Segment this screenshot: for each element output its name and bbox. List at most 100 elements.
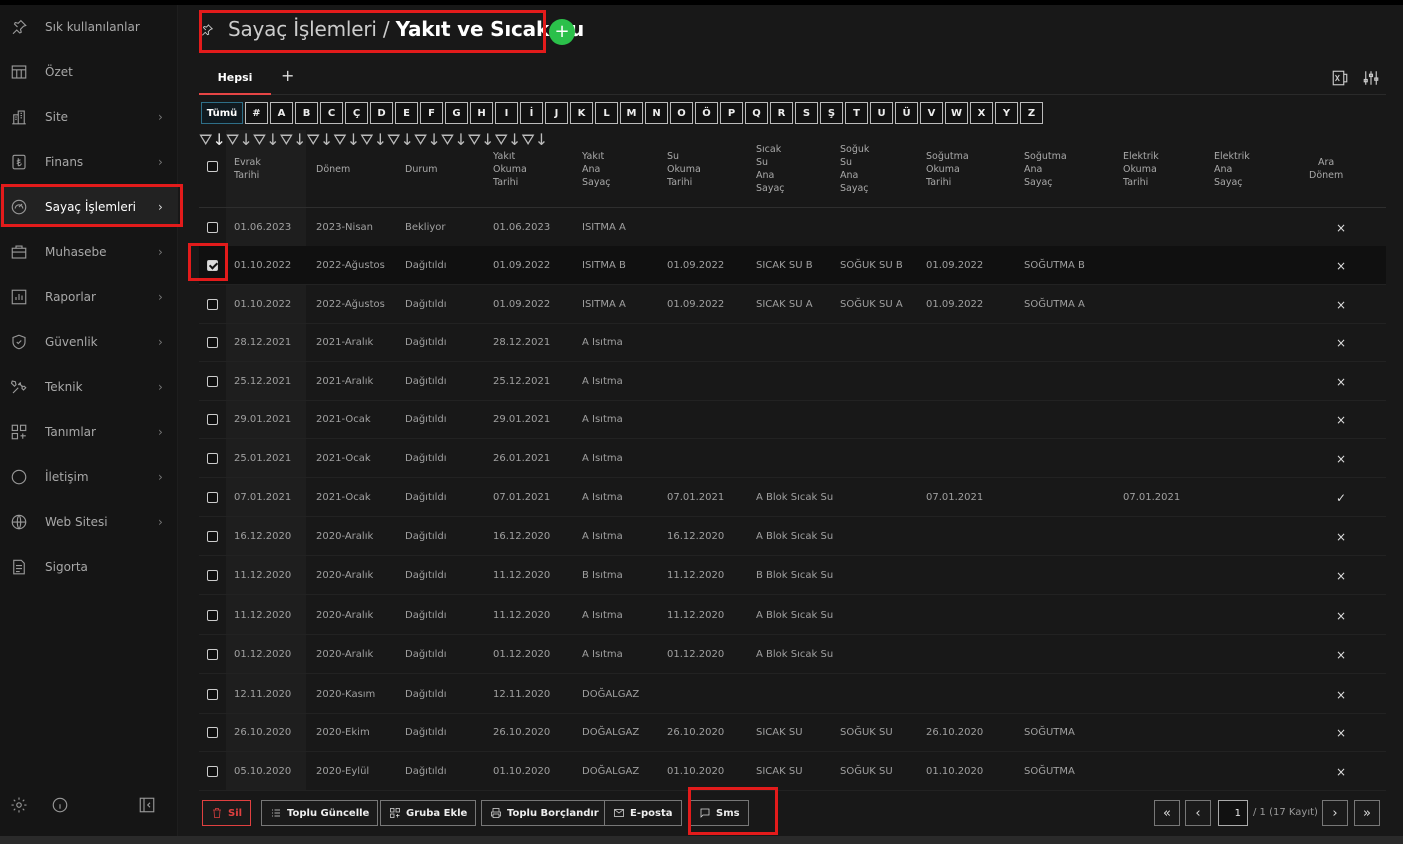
letter-filter-button[interactable]: Q	[745, 102, 768, 124]
email-button[interactable]: E-posta	[604, 800, 682, 826]
letter-filter-button[interactable]: N	[645, 102, 668, 124]
row-checkbox[interactable]	[207, 260, 218, 271]
tab-hepsi[interactable]: Hepsi	[199, 62, 271, 95]
row-checkbox[interactable]	[207, 492, 218, 503]
row-checkbox[interactable]	[207, 453, 218, 464]
table-row[interactable]: 05.10.2020 2020-Eylül Dağıtıldı 01.10.2020 D…	[199, 752, 1386, 791]
letter-filter-button[interactable]: Ç	[345, 102, 368, 124]
sidebar-item-8[interactable]: Güvenlik ›	[0, 322, 178, 362]
sort-icon[interactable]: ↓	[374, 130, 387, 149]
letter-filter-button[interactable]: B	[295, 102, 318, 124]
prev-page-button[interactable]: ‹	[1185, 800, 1211, 826]
select-all-checkbox[interactable]	[207, 161, 218, 172]
sort-icon[interactable]: ↓	[535, 130, 548, 149]
letter-filter-button[interactable]: T	[845, 102, 868, 124]
info-icon[interactable]	[50, 795, 70, 815]
letter-filter-button[interactable]: S	[795, 102, 818, 124]
letter-filter-button[interactable]: C	[320, 102, 343, 124]
letter-filter-button[interactable]: Ş	[820, 102, 843, 124]
table-row[interactable]: 01.10.2022 2022-Ağustos Dağıtıldı 01.09.202…	[199, 246, 1386, 285]
sort-icon[interactable]: ↓	[266, 130, 279, 149]
table-row[interactable]: 12.11.2020 2020-Kasım Dağıtıldı 12.11.2020 D…	[199, 675, 1386, 714]
letter-filter-button[interactable]: M	[620, 102, 643, 124]
first-page-button[interactable]: «	[1154, 800, 1180, 826]
column-header[interactable]: Durum	[405, 130, 438, 208]
letter-filter-button[interactable]: O	[670, 102, 693, 124]
row-checkbox[interactable]	[207, 376, 218, 387]
filter-icon[interactable]: ⛛	[280, 130, 293, 149]
letter-filter-button[interactable]: A	[270, 102, 293, 124]
filter-settings-icon[interactable]	[1362, 69, 1382, 89]
column-header[interactable]: Dönem	[316, 130, 350, 208]
filter-icon[interactable]: ⛛	[441, 130, 454, 149]
sidebar-item-10[interactable]: Tanımlar ›	[0, 412, 178, 452]
row-checkbox[interactable]	[207, 766, 218, 777]
delete-button[interactable]: Sil	[202, 800, 252, 826]
sort-icon[interactable]: ↓	[212, 130, 225, 149]
sidebar-item-12[interactable]: Web Sitesi ›	[0, 502, 178, 542]
column-header[interactable]: Sıcak Su Ana Sayaç	[756, 130, 785, 208]
letter-filter-button[interactable]: X	[970, 102, 993, 124]
table-row[interactable]: 26.10.2020 2020-Ekim Dağıtıldı 26.10.2020 DO…	[199, 713, 1386, 752]
letter-filter-button[interactable]: J	[545, 102, 568, 124]
sms-button[interactable]: Sms	[690, 800, 749, 826]
filter-icon[interactable]: ⛛	[387, 130, 400, 149]
letter-filter-button[interactable]: İ	[520, 102, 543, 124]
letter-filter-button[interactable]: U	[870, 102, 893, 124]
column-header[interactable]: Soğuk Su Ana Sayaç	[840, 130, 869, 208]
row-checkbox[interactable]	[207, 570, 218, 581]
filter-icon[interactable]: ⛛	[360, 130, 373, 149]
bulk-charge-button[interactable]: Toplu Borçlandır	[481, 800, 608, 826]
table-row[interactable]: 01.12.2020 2020-Aralık Dağıtıldı 01.12.2020…	[199, 635, 1386, 674]
row-checkbox[interactable]	[207, 299, 218, 310]
table-row[interactable]: 29.01.2021 2021-Ocak Dağıtıldı 29.01.2021 A …	[199, 400, 1386, 439]
letter-filter-button[interactable]: R	[770, 102, 793, 124]
next-page-button[interactable]: ›	[1322, 800, 1348, 826]
table-row[interactable]: 11.12.2020 2020-Aralık Dağıtıldı 11.12.2020…	[199, 596, 1386, 635]
letter-filter-button[interactable]: G	[445, 102, 468, 124]
row-checkbox[interactable]	[207, 649, 218, 660]
bulk-update-button[interactable]: Toplu Güncelle	[261, 800, 379, 826]
sidebar-item-1[interactable]: Sık kullanılanlar	[0, 7, 178, 47]
sidebar-item-7[interactable]: Raporlar ›	[0, 277, 178, 317]
settings-icon[interactable]	[9, 795, 29, 815]
row-checkbox[interactable]	[207, 414, 218, 425]
letter-filter-button[interactable]: E	[395, 102, 418, 124]
sidebar-item-13[interactable]: Sigorta	[0, 547, 178, 587]
table-row[interactable]: 01.06.2023 2023-Nisan Bekliyor 01.06.2023 IS…	[199, 208, 1386, 247]
letter-filter-button[interactable]: D	[370, 102, 393, 124]
pin-icon[interactable]	[200, 22, 216, 38]
sort-icon[interactable]: ↓	[293, 130, 306, 149]
table-row[interactable]: 28.12.2021 2021-Aralık Dağıtıldı 28.12.2021…	[199, 323, 1386, 362]
row-checkbox[interactable]	[207, 222, 218, 233]
sidebar-item-11[interactable]: İletişim ›	[0, 457, 178, 497]
page-number-input[interactable]: 1	[1218, 800, 1248, 826]
letter-filter-button[interactable]: #	[245, 102, 268, 124]
table-row[interactable]: 01.10.2022 2022-Ağustos Dağıtıldı 01.09.202…	[199, 285, 1386, 324]
table-row[interactable]: 16.12.2020 2020-Aralık Dağıtıldı 16.12.2020…	[199, 517, 1386, 556]
letter-filter-button[interactable]: V	[920, 102, 943, 124]
add-to-group-button[interactable]: Gruba Ekle	[380, 800, 477, 826]
sidebar-item-9[interactable]: Teknik ›	[0, 367, 178, 407]
letter-filter-button[interactable]: K	[570, 102, 593, 124]
letter-filter-button[interactable]: Y	[995, 102, 1018, 124]
letter-filter-button[interactable]: Ü	[895, 102, 918, 124]
letter-filter-button[interactable]: W	[945, 102, 968, 124]
filter-icon[interactable]: ⛛	[468, 130, 481, 149]
row-checkbox[interactable]	[207, 531, 218, 542]
letter-filter-button[interactable]: I	[495, 102, 518, 124]
letter-filter-button[interactable]: F	[420, 102, 443, 124]
table-row[interactable]: 25.01.2021 2021-Ocak Dağıtıldı 26.01.2021 A …	[199, 439, 1386, 478]
filter-icon[interactable]: ⛛	[199, 130, 212, 149]
letter-filter-button[interactable]: P	[720, 102, 743, 124]
add-tab-button[interactable]: +	[281, 66, 294, 85]
column-header[interactable]: Yakıt Ana Sayaç	[582, 130, 611, 208]
excel-export-icon[interactable]	[1331, 69, 1351, 89]
sort-icon[interactable]: ↓	[454, 130, 467, 149]
collapse-sidebar-icon[interactable]	[137, 795, 157, 815]
table-row[interactable]: 25.12.2021 2021-Aralık Dağıtıldı 25.12.2021…	[199, 362, 1386, 401]
row-checkbox[interactable]	[207, 727, 218, 738]
sidebar-item-4[interactable]: Finans ›	[0, 142, 178, 182]
letter-filter-button[interactable]: L	[595, 102, 618, 124]
column-header[interactable]: Ara Dönem	[1309, 130, 1343, 208]
